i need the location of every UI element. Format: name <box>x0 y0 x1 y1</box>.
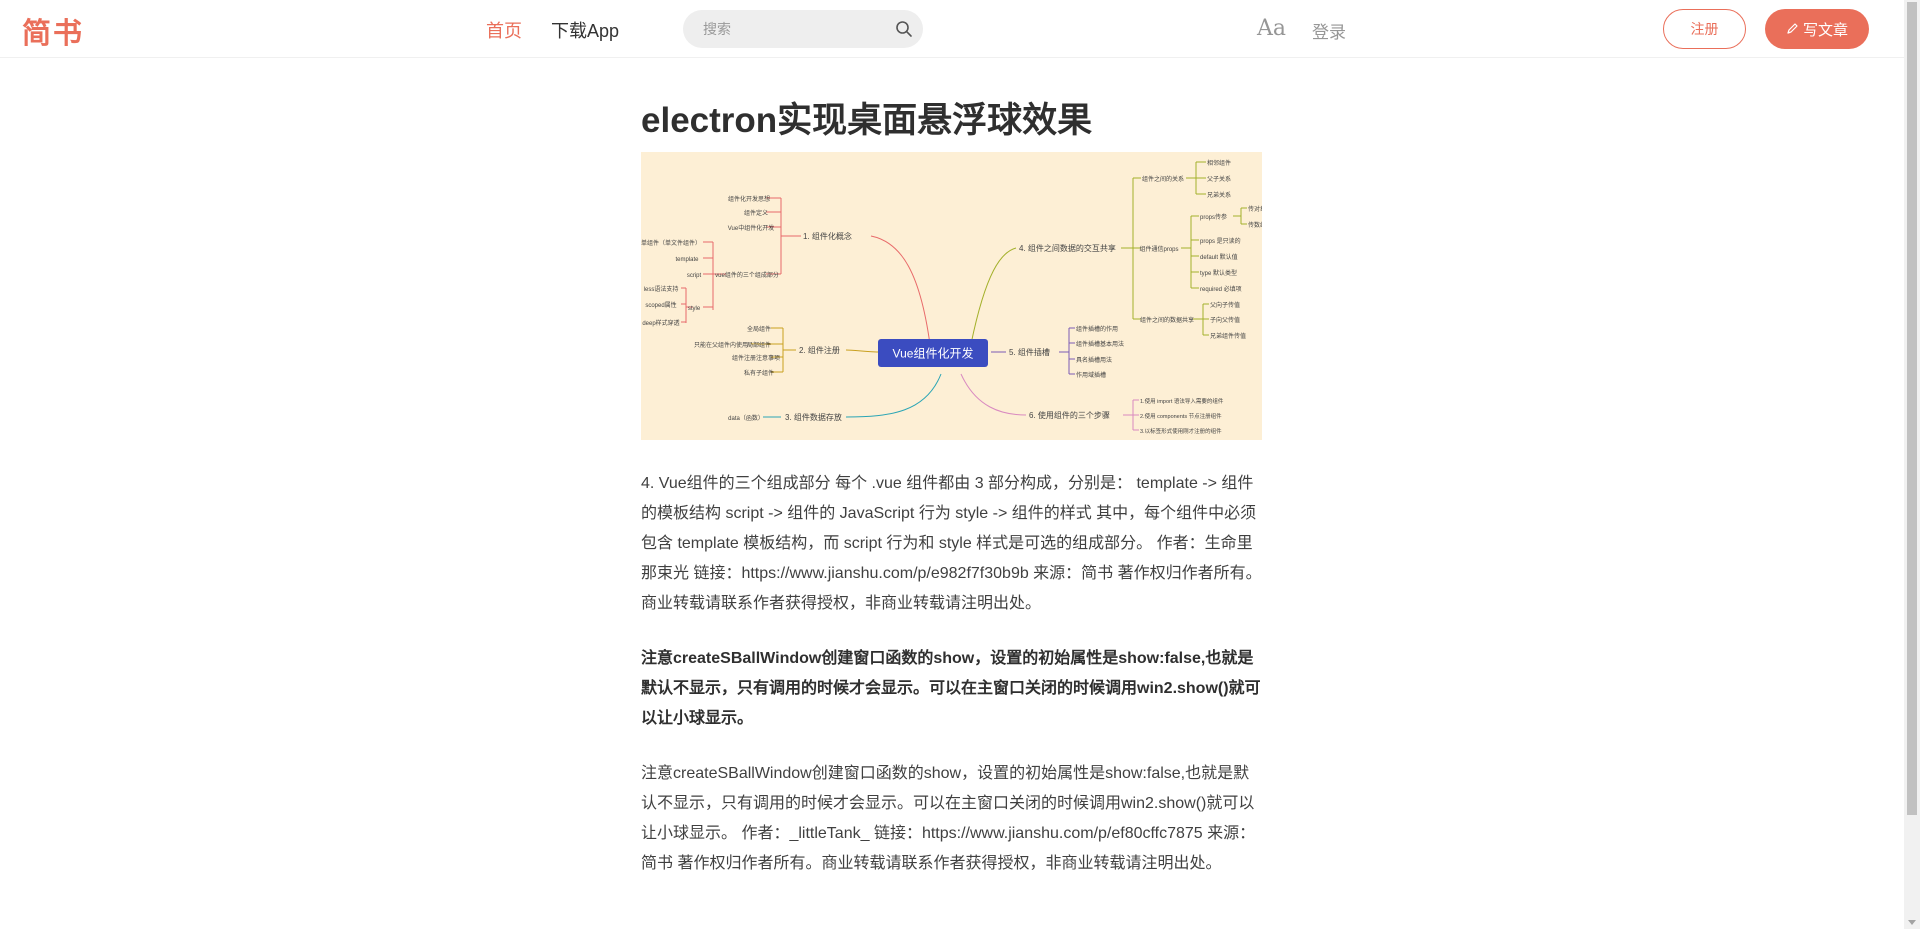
mindmap-branch-1: 1. 组件化概念 <box>803 231 852 241</box>
article-paragraph-bold: 注意createSBallWindow创建窗口函数的show，设置的初始属性是s… <box>641 650 1261 727</box>
top-nav-bar: 简书 首页 下载App Aa 登录 注册 写文章 <box>0 0 1904 58</box>
mindmap-branch-6: 6. 使用组件的三个步骤 <box>1029 410 1110 420</box>
mindmap-leaf: 相邻组件 <box>1207 159 1231 167</box>
mindmap-leaf: 具名插槽用法 <box>1076 356 1112 364</box>
mindmap-leaf: deep样式穿透 <box>642 319 679 327</box>
mindmap-leaf: 父子关系 <box>1207 175 1231 183</box>
mindmap-leaf: vue组件的三个组成部分 <box>715 271 779 279</box>
mindmap-leaf: 兄弟组件传值 <box>1210 332 1246 340</box>
mindmap-leaf: 组件插槽基本用法 <box>1076 340 1124 348</box>
site-logo[interactable]: 简书 <box>22 10 84 52</box>
nav-download-app-link[interactable]: 下载App <box>551 17 619 43</box>
article-paragraph: 4. Vue组件的三个组成部分 每个 .vue 组件都由 3 部分构成，分别是：… <box>641 475 1262 612</box>
mindmap-leaf: 组件定义 <box>744 209 768 217</box>
scrollbar-thumb[interactable] <box>1907 2 1917 815</box>
search-input[interactable] <box>701 10 881 48</box>
mindmap-leaf: props传参 <box>1200 213 1227 221</box>
mindmap-leaf: 作用域插槽 <box>1076 371 1106 379</box>
font-toggle-label: Aa <box>1257 16 1287 41</box>
search-box <box>683 10 923 48</box>
article: electron实现桌面悬浮球效果 Vue组件化开发 1. 组件化概念 组件化开… <box>641 100 1263 904</box>
mindmap-leaf: 组件通信props <box>1139 245 1178 253</box>
mindmap-leaf: type 默认类型 <box>1200 269 1237 277</box>
mindmap-branch-2: 2. 组件注册 <box>799 345 840 355</box>
mindmap-leaf: template <box>675 257 699 263</box>
mindmap-leaf: default 默认值 <box>1200 253 1238 261</box>
mindmap-leaf: 2.使用 components 节点注册组件 <box>1140 412 1222 420</box>
search-icon[interactable] <box>895 20 913 38</box>
write-article-button[interactable]: 写文章 <box>1765 9 1869 49</box>
mindmap-image: Vue组件化开发 1. 组件化概念 组件化开发思想 组件定义 Vue中组件化开发… <box>641 152 1262 440</box>
mindmap-leaf: 传对象 <box>1248 205 1262 213</box>
mindmap-leaf: less语法支持 <box>644 285 679 293</box>
pen-icon <box>1787 23 1798 34</box>
mindmap-leaf: 组件注册注意事项 <box>732 354 780 362</box>
article-paragraph: 注意createSBallWindow创建窗口函数的show，设置的初始属性是s… <box>641 765 1256 872</box>
mindmap-leaf: required 必填项 <box>1200 285 1242 293</box>
mindmap-leaf: data（函数） <box>728 414 764 422</box>
mindmap-leaf: 局部组件 <box>747 341 771 349</box>
login-link[interactable]: 登录 <box>1312 18 1346 43</box>
mindmap-leaf: props 是只读的 <box>1200 237 1241 245</box>
mindmap-leaf: 组件插槽的作用 <box>1076 325 1118 333</box>
mindmap-leaf: 组件之间的关系 <box>1142 175 1184 183</box>
mindmap-leaf: 只能在父组件内使用 <box>694 341 748 349</box>
mindmap-leaf: 子向父传值 <box>1210 316 1240 324</box>
mindmap-leaf: 3.以标签形式使用刚才注册的组件 <box>1140 427 1222 435</box>
mindmap-diagram: Vue组件化开发 1. 组件化概念 组件化开发思想 组件定义 Vue中组件化开发… <box>641 159 1262 435</box>
mindmap-leaf: 组件之间的数据共享 <box>1140 316 1194 324</box>
nav-home-link[interactable]: 首页 <box>486 17 522 43</box>
signup-button[interactable]: 注册 <box>1663 9 1746 49</box>
mindmap-leaf: 单组件（单文件组件） <box>641 239 701 247</box>
mindmap-leaf: scoped属性 <box>645 301 676 309</box>
font-size-toggle-icon[interactable]: Aa <box>1257 16 1286 41</box>
mindmap-branch-5: 5. 组件插槽 <box>1009 347 1050 357</box>
mindmap-branch-4: 4. 组件之间数据的交互共享 <box>1019 243 1116 253</box>
scroll-down-arrow-icon[interactable] <box>1908 920 1916 925</box>
mindmap-leaf: 兄弟关系 <box>1207 191 1231 199</box>
mindmap-leaf: 组件化开发思想 <box>728 195 770 203</box>
page-scrollbar[interactable] <box>1904 0 1920 929</box>
mindmap-leaf: 父向子传值 <box>1210 301 1240 309</box>
mindmap-leaf: style <box>688 306 701 312</box>
mindmap-center-node: Vue组件化开发 <box>893 346 974 361</box>
mindmap-leaf: Vue中组件化开发 <box>728 224 774 232</box>
mindmap-leaf: script <box>687 273 702 279</box>
mindmap-leaf: 1.使用 import 语法导入需要的组件 <box>1140 397 1224 405</box>
article-title: electron实现桌面悬浮球效果 <box>641 101 1093 140</box>
mindmap-branch-3: 3. 组件数据存放 <box>785 412 842 422</box>
mindmap-leaf: 传数组 <box>1248 221 1262 229</box>
mindmap-leaf: 全局组件 <box>747 325 771 333</box>
mindmap-leaf: 私有子组件 <box>744 369 774 377</box>
write-article-label: 写文章 <box>1802 21 1848 39</box>
